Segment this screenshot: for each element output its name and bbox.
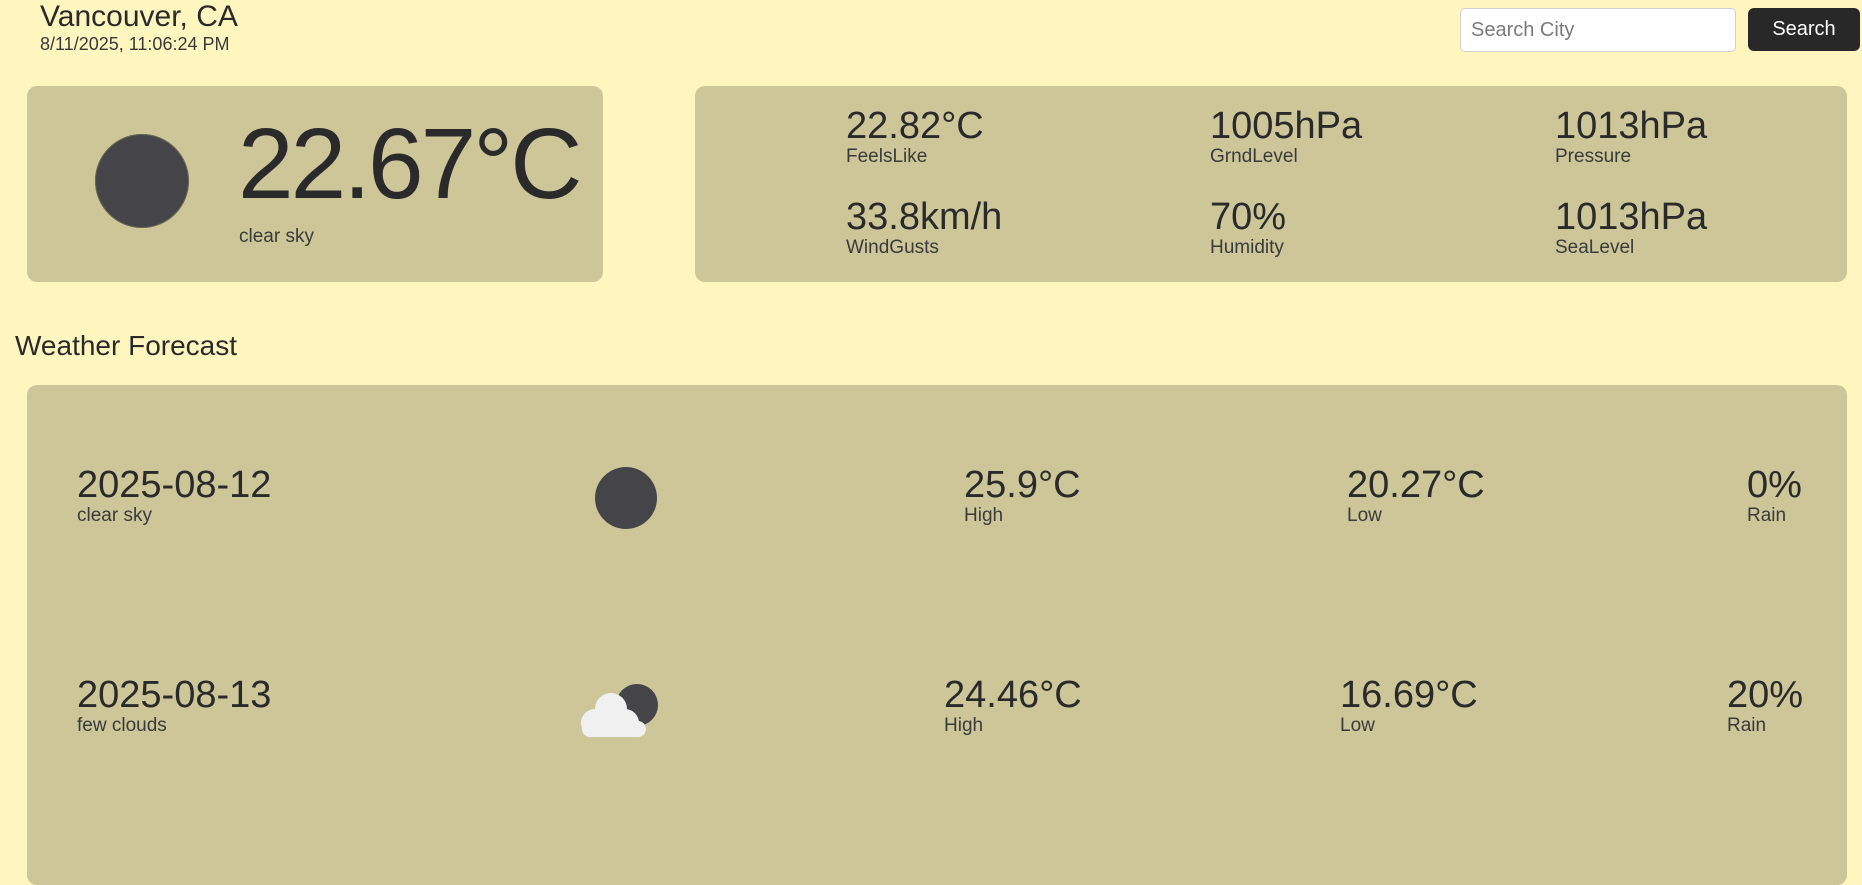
forecast-rain-label: Rain	[1727, 715, 1767, 736]
metric-label: SeaLevel	[1555, 237, 1635, 258]
forecast-high: 25.9°C	[964, 464, 1081, 506]
metric-humidity: 70% Humidity	[1210, 197, 1286, 259]
forecast-low-cell: 16.69°C Low	[1340, 675, 1478, 737]
forecast-rain-cell: 0% Rain	[1747, 465, 1802, 527]
metric-label: WindGusts	[846, 237, 939, 258]
forecast-low: 20.27°C	[1347, 464, 1485, 506]
forecast-high-label: High	[944, 715, 984, 736]
metric-value: 1005hPa	[1210, 105, 1363, 147]
metric-pressure: 1013hPa Pressure	[1555, 106, 1707, 168]
forecast-rain: 0%	[1747, 464, 1802, 506]
forecast-description: few clouds	[77, 715, 167, 736]
search-city-input[interactable]	[1460, 8, 1736, 52]
weather-details-card: 22.82°C FeelsLike 1005hPa GrndLevel 1013…	[695, 86, 1847, 282]
current-temperature: 22.67°C	[238, 108, 582, 220]
metric-value: 33.8km/h	[846, 196, 1003, 238]
metric-label: Humidity	[1210, 237, 1284, 258]
current-description: clear sky	[239, 226, 314, 247]
metric-value: 22.82°C	[846, 105, 984, 147]
forecast-rain-label: Rain	[1747, 505, 1787, 526]
metric-wind-gusts: 33.8km/h WindGusts	[846, 197, 1002, 259]
forecast-title: Weather Forecast	[15, 330, 238, 361]
forecast-low-label: Low	[1347, 505, 1382, 526]
forecast-high-label: High	[964, 505, 1004, 526]
forecast-high-cell: 24.46°C High	[944, 675, 1082, 737]
city-name: Vancouver, CA	[40, 0, 238, 33]
clear-sky-icon	[95, 134, 189, 228]
forecast-high-cell: 25.9°C High	[964, 465, 1081, 527]
metric-label: Pressure	[1555, 146, 1632, 167]
metric-value: 1013hPa	[1555, 105, 1708, 147]
forecast-date: 2025-08-13	[77, 674, 272, 716]
current-datetime: 8/11/2025, 11:06:24 PM	[40, 34, 230, 54]
forecast-date-cell: 2025-08-12 clear sky	[77, 465, 271, 527]
forecast-rain: 20%	[1727, 674, 1804, 716]
forecast-rain-cell: 20% Rain	[1727, 675, 1803, 737]
metric-value: 1013hPa	[1555, 196, 1708, 238]
clear-sky-icon	[595, 467, 657, 529]
search-bar: Search	[1460, 8, 1860, 52]
metric-label: FeelsLike	[846, 146, 928, 167]
metric-label: GrndLevel	[1210, 146, 1298, 167]
forecast-low-label: Low	[1340, 715, 1375, 736]
forecast-date-cell: 2025-08-13 few clouds	[77, 675, 271, 737]
search-button[interactable]: Search	[1748, 8, 1860, 51]
forecast-high: 24.46°C	[944, 674, 1082, 716]
location-header: Vancouver, CA 8/11/2025, 11:06:24 PM	[40, 0, 238, 54]
forecast-card: 2025-08-12 clear sky 25.9°C High 20.27°C…	[27, 385, 1847, 885]
forecast-low-cell: 20.27°C Low	[1347, 465, 1485, 527]
metric-feels-like: 22.82°C FeelsLike	[846, 106, 984, 168]
forecast-low: 16.69°C	[1340, 674, 1478, 716]
metric-sea-level: 1013hPa SeaLevel	[1555, 197, 1707, 259]
metric-grnd-level: 1005hPa GrndLevel	[1210, 106, 1362, 168]
forecast-description: clear sky	[77, 505, 152, 526]
metric-value: 70%	[1210, 196, 1287, 238]
few-clouds-icon	[581, 684, 658, 737]
forecast-date: 2025-08-12	[77, 464, 272, 506]
current-weather-card: 22.67°C clear sky	[27, 86, 603, 282]
